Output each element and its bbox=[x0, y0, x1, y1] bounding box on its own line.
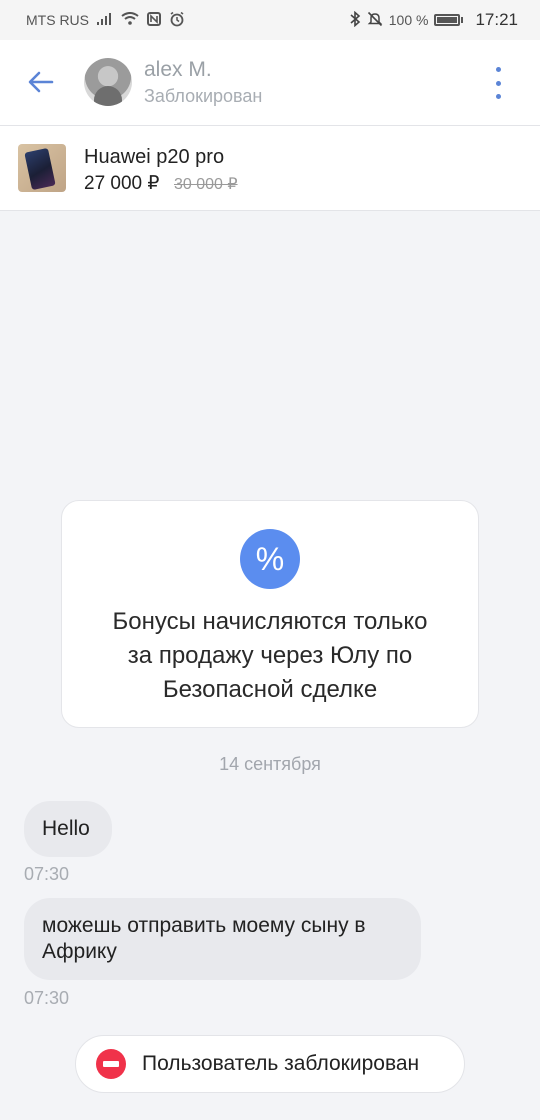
carrier-label: MTS RUS bbox=[26, 12, 89, 28]
nfc-icon bbox=[147, 11, 161, 29]
product-thumbnail bbox=[18, 144, 66, 192]
user-status: Заблокирован bbox=[144, 86, 263, 106]
signal-icon bbox=[97, 12, 113, 28]
wifi-icon bbox=[121, 12, 139, 28]
back-button[interactable] bbox=[26, 66, 58, 98]
user-blocked-banner: Пользователь заблокирован bbox=[75, 1035, 465, 1093]
message-time: 07:30 bbox=[24, 988, 70, 1008]
chat-header: alex M. Заблокирован bbox=[0, 40, 540, 126]
percent-icon: % bbox=[240, 529, 300, 589]
message-bubble[interactable]: Hello bbox=[24, 801, 112, 857]
product-price: 27 000 ₽ bbox=[84, 173, 160, 194]
date-separator: 14 сентября bbox=[219, 754, 321, 774]
more-vert-icon bbox=[495, 67, 501, 72]
message-bubble[interactable]: можешь отправить моему сыну в Африку bbox=[24, 898, 421, 980]
clock: 17:21 bbox=[475, 10, 518, 29]
product-old-price: 30 000 ₽ bbox=[174, 176, 238, 193]
mute-icon bbox=[367, 11, 383, 30]
blocked-label: Пользователь заблокирован bbox=[142, 1052, 420, 1075]
more-menu-button[interactable] bbox=[486, 67, 510, 99]
arrow-left-icon bbox=[28, 71, 54, 93]
avatar[interactable] bbox=[84, 58, 132, 106]
bonus-info-card: % Бонусы начисляются только за продажу ч… bbox=[61, 500, 479, 728]
battery-percent: 100 % bbox=[388, 12, 429, 28]
status-left: MTS RUS bbox=[26, 11, 185, 30]
product-card[interactable]: Huawei p20 pro 27 000 ₽ 30 000 ₽ bbox=[0, 126, 540, 211]
battery-icon bbox=[434, 14, 464, 26]
status-right: 100 % 17:21 bbox=[349, 10, 518, 30]
block-icon bbox=[96, 1049, 126, 1079]
bluetooth-icon bbox=[349, 10, 361, 30]
status-bar: MTS RUS 100 % 17:21 bbox=[0, 0, 540, 40]
message-time: 07:30 bbox=[24, 864, 70, 884]
user-name[interactable]: alex M. bbox=[144, 58, 212, 82]
alarm-icon bbox=[169, 11, 185, 30]
product-title: Huawei p20 pro bbox=[84, 146, 225, 168]
bonus-text: Бонусы начисляются только за продажу чер… bbox=[112, 608, 428, 703]
